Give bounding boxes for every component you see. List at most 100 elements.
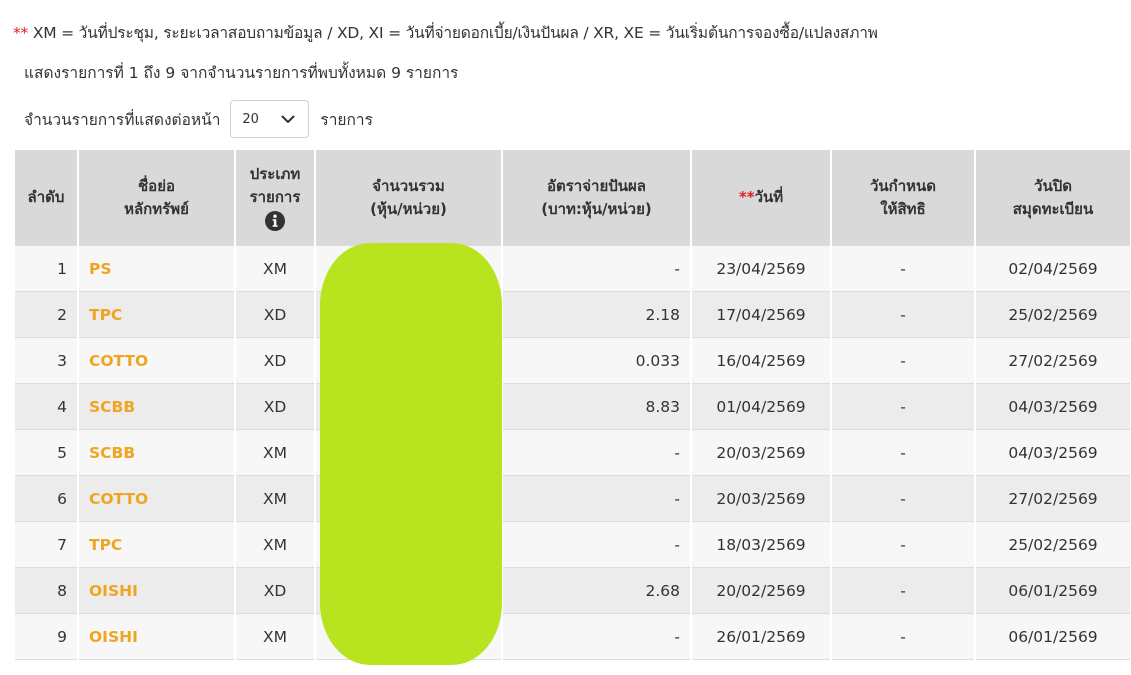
header-type[interactable]: ประเภท รายการ [234,150,315,246]
cell-rate: - [501,521,691,568]
result-summary: แสดงรายการที่ 1 ถึง 9 จากจำนวนรายการที่พ… [24,64,459,82]
table-row: 9 OISHI XM -26/01/2569-06/01/2569 [15,613,1130,660]
per-page-control: จำนวนรายการที่แสดงต่อหน้า 20 รายการ [24,100,373,138]
cell-book-close: 04/03/2569 [974,429,1130,476]
cell-type: XM [234,521,315,568]
cell-type: XD [234,337,315,384]
cell-right-date: - [830,383,975,430]
cell-symbol: COTTO [77,475,235,522]
cell-type: XD [234,567,315,614]
cell-rate: 2.68 [501,567,691,614]
info-icon[interactable] [265,211,285,231]
header-no[interactable]: ลำดับ [15,150,78,246]
cell-symbol: OISHI [77,567,235,614]
header-right-date[interactable]: วันกำหนด ให้สิทธิ [830,150,975,246]
cell-right-date: - [830,337,975,384]
cell-book-close: 06/01/2569 [974,567,1130,614]
cell-no: 8 [15,567,78,614]
cell-no: 7 [15,521,78,568]
cell-no: 9 [15,613,78,660]
cell-symbol: SCBB [77,429,235,476]
header-symbol[interactable]: ชื่อย่อ หลักทรัพย์ [77,150,235,246]
per-page-label: จำนวนรายการที่แสดงต่อหน้า [24,110,221,129]
cell-date: 18/03/2569 [690,521,831,568]
cell-symbol: TPC [77,291,235,338]
cell-date: 26/01/2569 [690,613,831,660]
cell-type: XM [234,245,315,292]
table-body: 1 PS XM -23/04/2569-02/04/2569 2 TPC XD 2.18 17/… [15,245,1130,660]
cell-date: 20/03/2569 [690,429,831,476]
header-book-close[interactable]: วันปิด สมุดทะเบียน [974,150,1130,246]
cell-no: 1 [15,245,78,292]
symbol-link[interactable]: COTTO [89,490,148,508]
cell-rate: - [501,475,691,522]
header-date[interactable]: **วันที่ [690,150,831,246]
per-page-value: 20 [242,111,259,127]
redaction-mark [320,243,502,665]
cell-date: 01/04/2569 [690,383,831,430]
cell-date: 16/04/2569 [690,337,831,384]
cell-type: XD [234,383,315,430]
cell-book-close: 25/02/2569 [974,291,1130,338]
cell-right-date: - [830,291,975,338]
symbol-link[interactable]: PS [89,260,112,278]
cell-type: XM [234,429,315,476]
header-volume[interactable]: จำนวนรวม (หุ้น/หน่วย) [314,150,502,246]
cell-date: 23/04/2569 [690,245,831,292]
cell-right-date: - [830,613,975,660]
cell-book-close: 25/02/2569 [974,521,1130,568]
cell-date: 20/02/2569 [690,567,831,614]
cell-book-close: 27/02/2569 [974,475,1130,522]
table-row: 2 TPC XD 2.18 17/04/2569-25/02/2569 [15,291,1130,338]
cell-rate: 2.18 [501,291,691,338]
cell-date: 20/03/2569 [690,475,831,522]
header-rate[interactable]: อัตราจ่ายปันผล (บาท:หุ้น/หน่วย) [501,150,691,246]
cell-right-date: - [830,475,975,522]
cell-rate: 0.033 [501,337,691,384]
symbol-link[interactable]: COTTO [89,352,148,370]
cell-rate: - [501,429,691,476]
symbol-link[interactable]: OISHI [89,582,138,600]
per-page-suffix: รายการ [320,110,373,129]
cell-right-date: - [830,567,975,614]
cell-rate: - [501,245,691,292]
cell-book-close: 04/03/2569 [974,383,1130,430]
cell-symbol: SCBB [77,383,235,430]
table-row: 7 TPC XM -18/03/2569-25/02/2569 [15,521,1130,568]
per-page-select[interactable]: 20 [230,100,310,138]
cell-date: 17/04/2569 [690,291,831,338]
cell-symbol: COTTO [77,337,235,384]
legend-note: ** XM = วันที่ประชุม, ระยะเวลาสอบถามข้อม… [13,20,878,45]
cell-rate: - [501,613,691,660]
cell-symbol: OISHI [77,613,235,660]
table-row: 3 COTTO XD 0.033 16/04/2569-27/02/2569 [15,337,1130,384]
cell-no: 6 [15,475,78,522]
table-row: 4 SCBB XD 8.83 01/04/2569-04/03/2569 [15,383,1130,430]
cell-rate: 8.83 [501,383,691,430]
symbol-link[interactable]: TPC [89,306,122,324]
cell-right-date: - [830,245,975,292]
symbol-link[interactable]: TPC [89,536,122,554]
cell-book-close: 06/01/2569 [974,613,1130,660]
cell-no: 4 [15,383,78,430]
table-header-row: ลำดับ ชื่อย่อ หลักทรัพย์ ประเภท รายการ จำน… [15,150,1130,246]
table-row: 1 PS XM -23/04/2569-02/04/2569 [15,245,1130,292]
chevron-down-icon [281,115,295,123]
cell-symbol: TPC [77,521,235,568]
cell-type: XM [234,613,315,660]
table-row: 6 COTTO XM -20/03/2569-27/02/2569 [15,475,1130,522]
cell-symbol: PS [77,245,235,292]
legend-stars: ** [13,24,29,42]
results-table: ลำดับ ชื่อย่อ หลักทรัพย์ ประเภท รายการ จำน… [15,150,1130,660]
symbol-link[interactable]: OISHI [89,628,138,646]
cell-no: 5 [15,429,78,476]
symbol-link[interactable]: SCBB [89,398,135,416]
cell-no: 2 [15,291,78,338]
cell-book-close: 02/04/2569 [974,245,1130,292]
symbol-link[interactable]: SCBB [89,444,135,462]
cell-book-close: 27/02/2569 [974,337,1130,384]
cell-right-date: - [830,429,975,476]
cell-type: XM [234,475,315,522]
cell-right-date: - [830,521,975,568]
table-row: 5 SCBB XM -20/03/2569-04/03/2569 [15,429,1130,476]
